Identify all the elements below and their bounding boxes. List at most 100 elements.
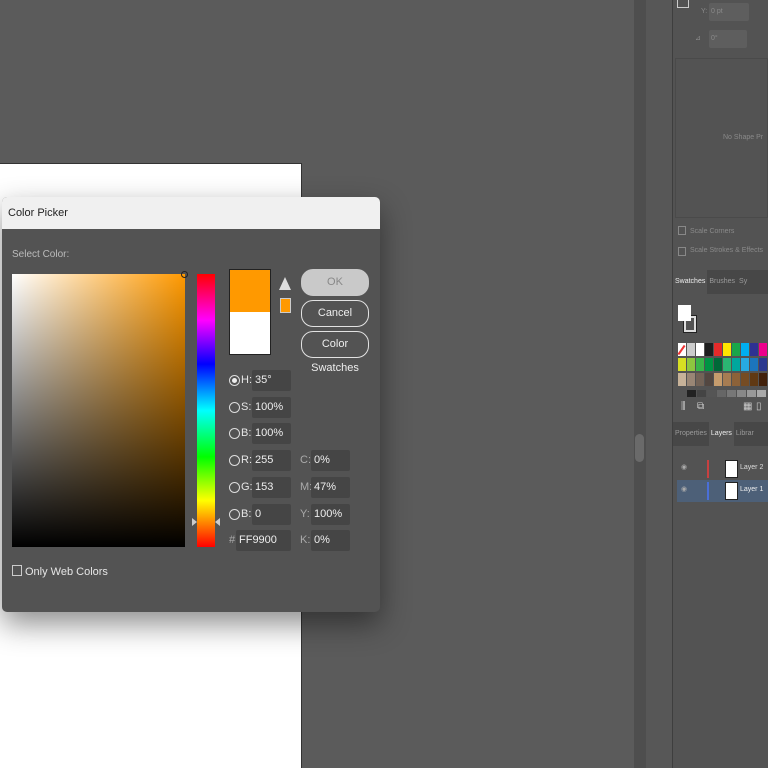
radio-s[interactable] [229,402,240,413]
color-swatch[interactable] [732,343,740,356]
y-input[interactable]: 0 pt [709,3,749,21]
color-swatch[interactable] [750,373,758,386]
tab-properties[interactable]: Properties [673,422,709,446]
color-swatch[interactable] [741,373,749,386]
field-hex[interactable]: FF9900 [236,530,291,551]
color-swatch[interactable] [687,373,695,386]
field-g[interactable]: 153 [252,477,291,498]
hue-slider[interactable] [197,274,215,547]
swatches-tabbar: Swatches Brushes Sy [673,270,768,294]
color-swatch[interactable] [759,358,767,371]
tab-brushes[interactable]: Brushes [707,270,737,294]
eye-icon[interactable]: ◉ [681,463,687,471]
layer-name[interactable]: Layer 1 [740,486,763,493]
layer-color-bar [707,482,709,500]
field-bl[interactable]: 0 [252,504,291,525]
y-label: Y: [701,8,708,15]
layer-row[interactable]: ◉ Layer 2 [673,458,768,480]
ok-button[interactable]: OK [301,269,369,296]
color-swatch[interactable] [714,358,722,371]
color-swatch[interactable] [705,343,713,356]
color-swatch[interactable] [750,358,758,371]
out-of-gamut-warning-icon[interactable] [279,277,291,290]
scale-strokes-label: Scale Strokes & Effects [690,247,764,254]
color-swatch[interactable] [696,358,704,371]
gray-swatch[interactable] [727,390,736,397]
label-h: H: [241,374,252,386]
gray-swatch[interactable] [687,390,696,397]
color-swatch[interactable] [705,358,713,371]
hue-slider-left-arrow[interactable] [192,518,197,526]
field-b[interactable]: 100% [252,423,291,444]
radio-bl[interactable] [229,509,240,520]
color-swatch[interactable] [723,373,731,386]
color-swatch[interactable] [759,373,767,386]
color-swatch[interactable] [723,358,731,371]
hue-slider-right-arrow[interactable] [215,518,220,526]
color-swatch[interactable] [687,358,695,371]
color-swatch[interactable] [759,343,767,356]
tab-layers[interactable]: Layers [708,422,734,446]
delete-swatch-icon[interactable]: ▯ [756,401,762,412]
field-s[interactable]: 100% [252,397,291,418]
reference-point-icon[interactable] [677,0,689,8]
gray-swatch[interactable] [747,390,756,397]
gamut-color-swatch[interactable] [280,298,291,313]
scale-corners-checkbox[interactable] [678,226,686,235]
tab-libraries[interactable]: Librar [734,422,756,446]
color-swatch[interactable] [714,373,722,386]
field-h[interactable]: 35° [252,370,291,391]
color-swatch[interactable] [741,343,749,356]
layer-row-selected[interactable]: ◉ Layer 1 [677,480,768,502]
scrollbar-track[interactable] [634,0,646,768]
color-swatch[interactable] [723,343,731,356]
gray-swatch[interactable] [737,390,746,397]
tab-swatches[interactable]: Swatches [673,270,708,294]
color-swatch[interactable] [678,358,686,371]
color-cursor[interactable] [181,271,188,278]
gray-swatch[interactable] [707,390,716,397]
radio-b[interactable] [229,428,240,439]
only-web-colors-label[interactable]: Only Web Colors [25,566,108,578]
color-swatch[interactable] [750,343,758,356]
field-r[interactable]: 255 [252,450,291,471]
gray-swatch[interactable] [717,390,726,397]
angle-select[interactable]: 0° [709,30,747,48]
color-swatch[interactable] [741,358,749,371]
field-m[interactable]: 47% [311,477,350,498]
field-y[interactable]: 100% [311,504,350,525]
fill-swatch[interactable] [678,305,691,321]
only-web-colors-checkbox[interactable] [12,565,22,576]
dialog-title[interactable]: Color Picker [2,197,380,229]
color-swatch[interactable] [696,343,704,356]
radio-g[interactable] [229,482,240,493]
color-swatch[interactable] [714,343,722,356]
gray-swatch[interactable] [697,390,706,397]
scrollbar-thumb[interactable] [635,434,644,462]
field-c[interactable]: 0% [311,450,350,471]
layer-name[interactable]: Layer 2 [740,464,763,471]
color-swatch[interactable] [705,373,713,386]
color-swatch[interactable] [732,373,740,386]
field-k[interactable]: 0% [311,530,350,551]
color-swatch[interactable] [732,358,740,371]
saturation-brightness-field[interactable] [12,274,185,547]
swatch-library-icon[interactable]: ⫼ [681,401,686,412]
color-picker-dialog: Color Picker Select Color: OK Cancel Col… [2,197,380,612]
place-swatch-icon[interactable]: ⧉ [697,401,704,412]
swatch-options-icon[interactable]: ▦ [743,401,752,412]
tab-symbols[interactable]: Sy [737,270,749,294]
color-swatches-button[interactable]: Color Swatches [301,331,369,374]
eye-icon[interactable]: ◉ [681,485,687,493]
label-r: R: [241,454,252,466]
color-swatch[interactable] [678,373,686,386]
gray-swatch[interactable] [757,390,766,397]
color-swatch[interactable] [696,373,704,386]
label-bl: B: [241,508,252,520]
color-swatch[interactable] [687,343,695,356]
scale-strokes-checkbox[interactable] [678,247,686,256]
previous-color[interactable] [230,312,270,354]
cancel-button[interactable]: Cancel [301,300,369,327]
radio-r[interactable] [229,455,240,466]
radio-h[interactable] [229,375,240,386]
